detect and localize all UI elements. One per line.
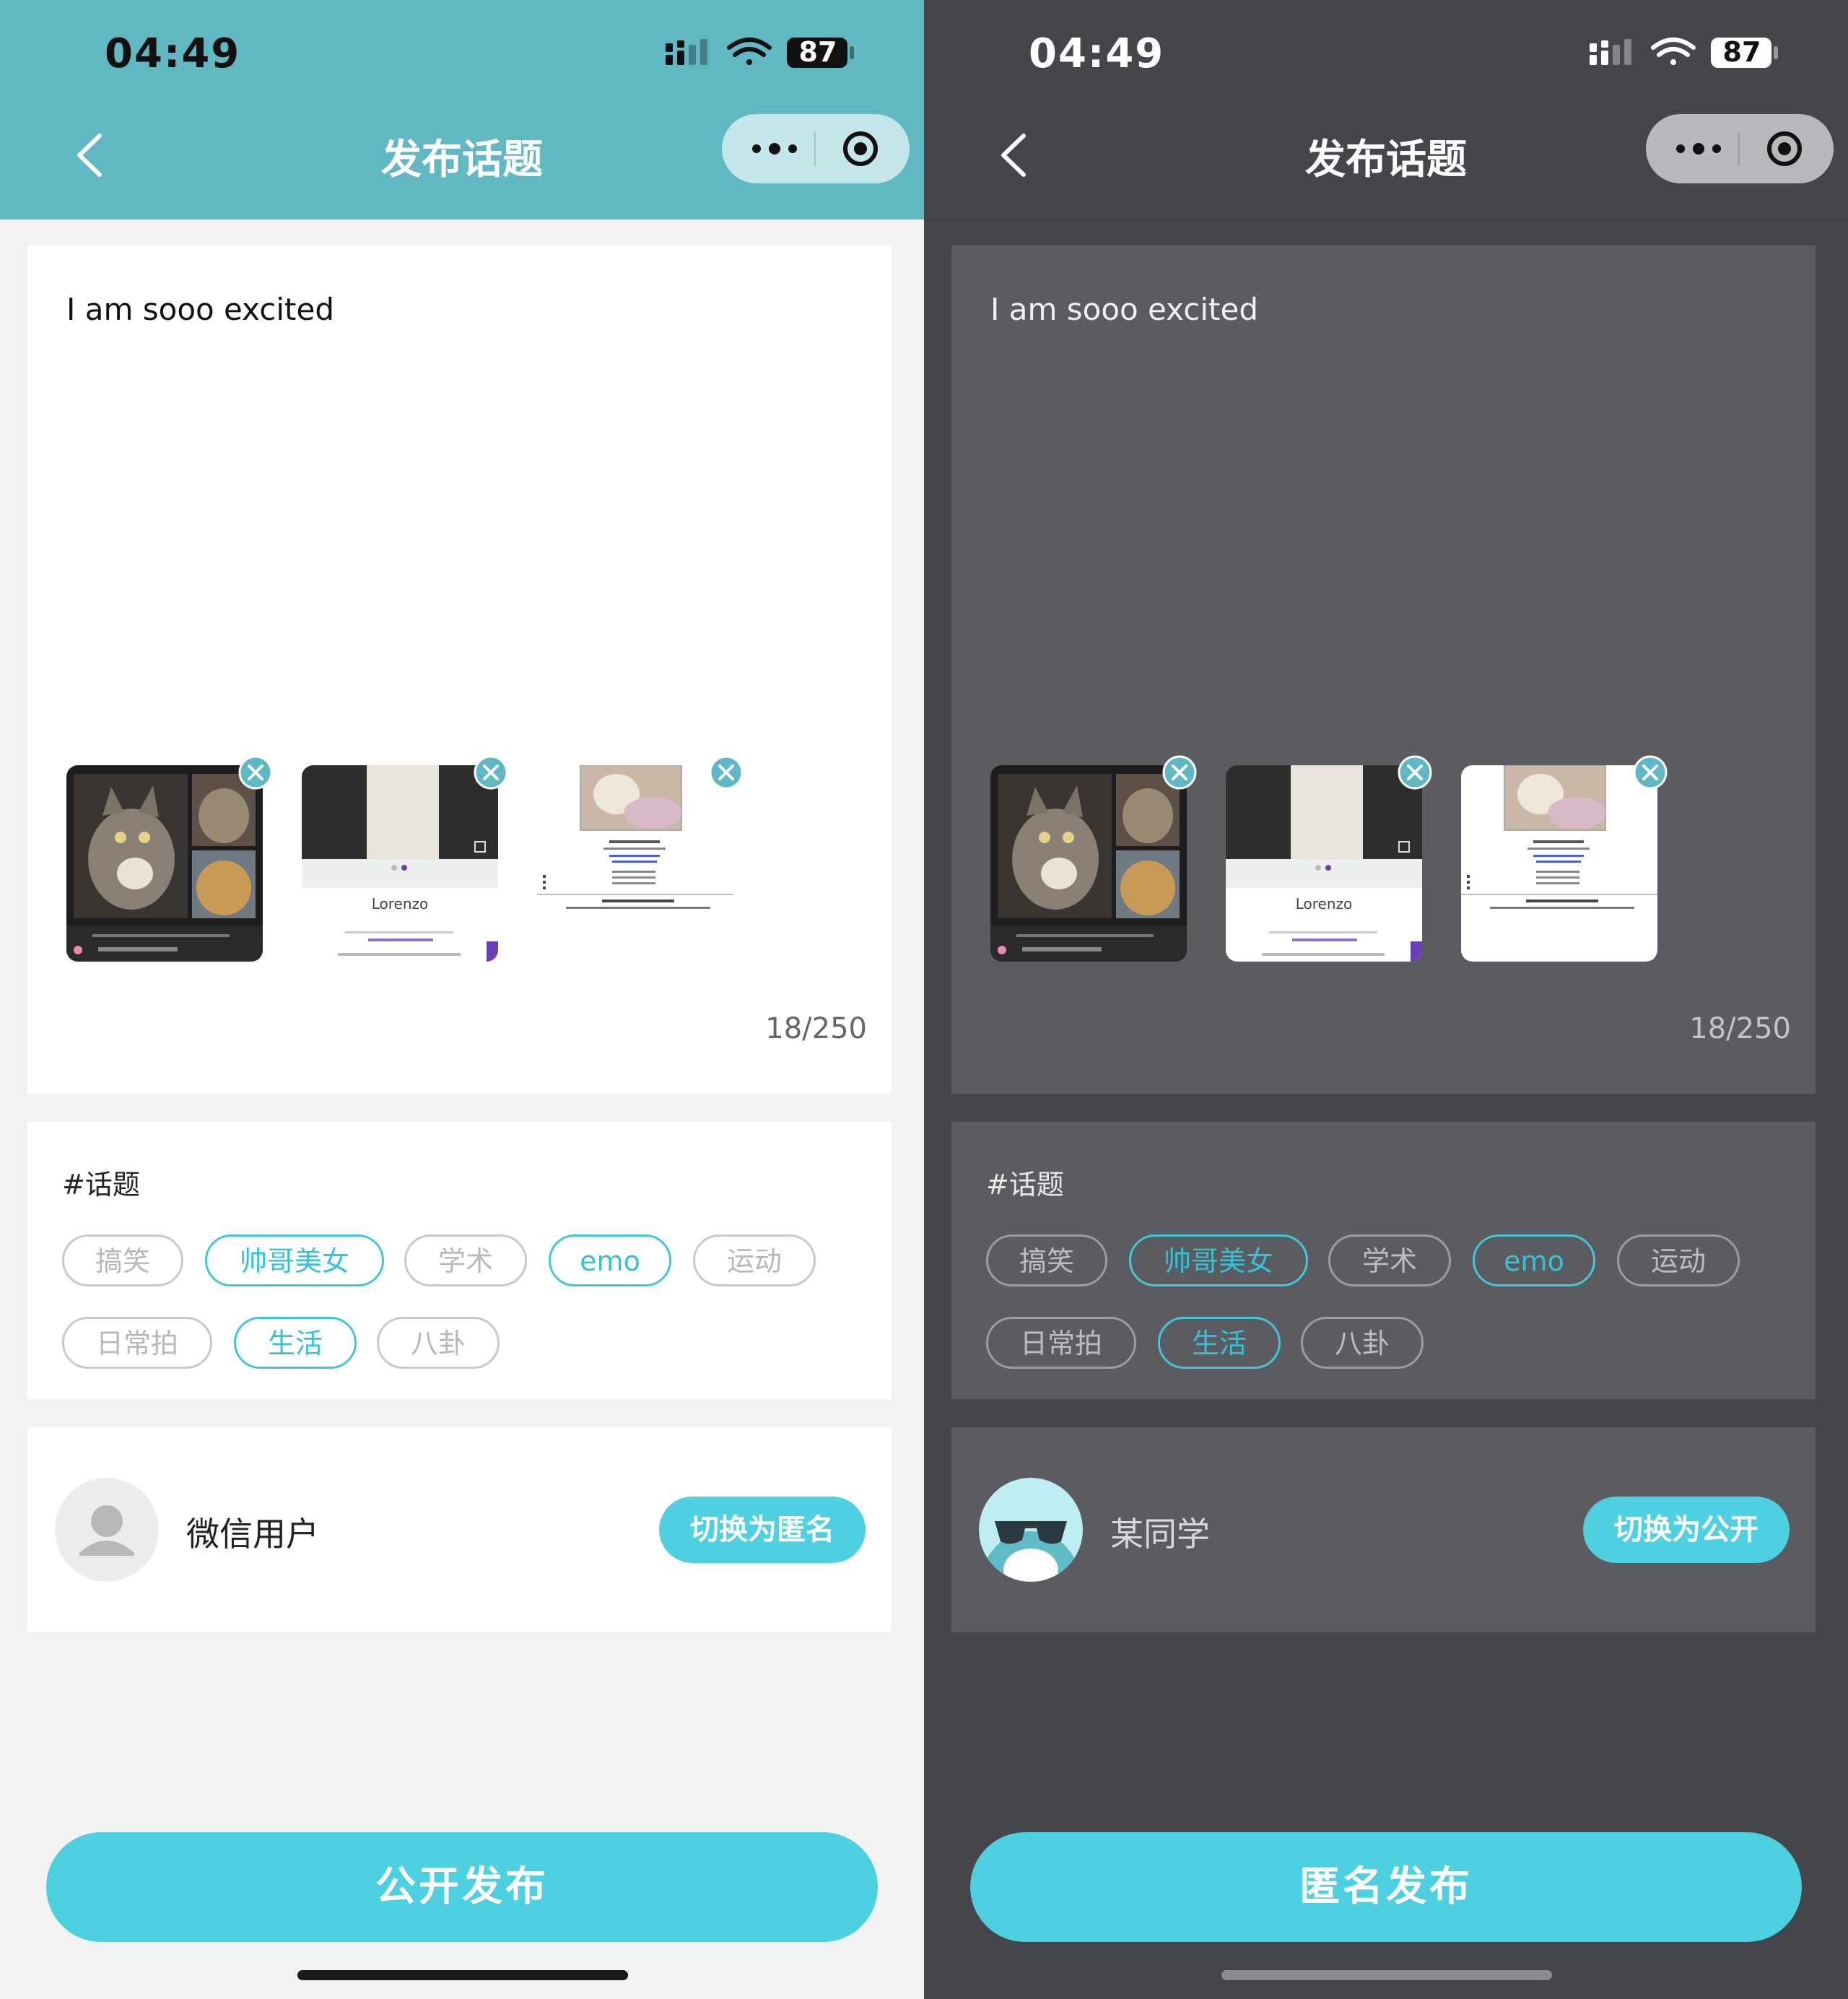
image-list: Lorenzo bbox=[990, 755, 1712, 967]
pet-listing-screenshot bbox=[302, 765, 498, 962]
remove-image-icon[interactable] bbox=[1162, 755, 1197, 790]
nav-header: 04:49 87 发布话题 bbox=[924, 0, 1848, 221]
switch-public-button[interactable]: 切换为公开 bbox=[1583, 1497, 1790, 1563]
adoption-page-screenshot bbox=[537, 765, 733, 962]
tag-chip[interactable]: 日常拍 bbox=[986, 1317, 1136, 1369]
mini-program-capsule bbox=[722, 114, 910, 183]
tag-chip[interactable]: emo bbox=[1473, 1234, 1595, 1286]
topic-header: #话题 bbox=[986, 1169, 1064, 1201]
wifi-icon bbox=[1651, 38, 1696, 65]
dark-mode-screen: 04:49 87 发布话题 I am sooo excited Lorenzo … bbox=[924, 0, 1848, 1999]
avatar bbox=[55, 1478, 159, 1582]
more-icon[interactable] bbox=[1673, 136, 1724, 162]
cat-dog-photo bbox=[990, 765, 1187, 962]
status-time: 04:49 bbox=[105, 30, 241, 77]
more-icon[interactable] bbox=[749, 136, 800, 162]
signal-icon bbox=[666, 39, 707, 65]
thumb-caption: Lorenzo bbox=[371, 895, 429, 913]
image-list: Lorenzo bbox=[66, 755, 788, 967]
publish-public-button[interactable]: 公开发布 bbox=[46, 1832, 878, 1942]
tag-chip[interactable]: 帅哥美女 bbox=[1129, 1234, 1308, 1286]
user-name: 微信用户 bbox=[186, 1515, 319, 1554]
signal-icon bbox=[1590, 39, 1631, 65]
tag-chip[interactable]: 生活 bbox=[1158, 1317, 1281, 1369]
char-counter: 18/250 bbox=[1689, 1012, 1791, 1045]
char-counter: 18/250 bbox=[765, 1012, 867, 1045]
status-time: 04:49 bbox=[1029, 30, 1165, 77]
remove-image-icon[interactable] bbox=[1398, 755, 1432, 790]
adoption-page-screenshot bbox=[1461, 765, 1657, 962]
tag-chip[interactable]: emo bbox=[549, 1234, 671, 1286]
nav-header: 04:49 87 发布话题 bbox=[0, 0, 924, 219]
post-textarea[interactable]: I am sooo excited bbox=[990, 292, 1258, 327]
tag-chip[interactable]: 学术 bbox=[404, 1234, 527, 1286]
post-textarea[interactable]: I am sooo excited bbox=[66, 292, 334, 327]
image-thumb-3[interactable] bbox=[1461, 755, 1668, 962]
post-editor-card: I am sooo excited Lorenzo 18/250 bbox=[27, 245, 892, 1094]
cat-dog-photo bbox=[66, 765, 263, 962]
identity-card: 微信用户 切换为匿名 bbox=[27, 1427, 892, 1632]
tag-chip[interactable]: 搞笑 bbox=[62, 1234, 183, 1286]
light-mode-screen: 04:49 87 发布话题 I am sooo excited Lorenzo … bbox=[0, 0, 924, 1999]
mini-program-capsule bbox=[1646, 114, 1834, 183]
remove-image-icon[interactable] bbox=[474, 755, 508, 790]
topic-card: #话题 搞笑 帅哥美女 学术 emo 运动 日常拍 生活 八卦 bbox=[27, 1122, 892, 1399]
switch-anonymous-button[interactable]: 切换为匿名 bbox=[659, 1497, 866, 1563]
home-indicator bbox=[297, 1970, 628, 1980]
topic-header: #话题 bbox=[62, 1169, 140, 1201]
home-indicator bbox=[1221, 1970, 1552, 1980]
close-miniprogram-icon[interactable] bbox=[842, 130, 879, 167]
anonymous-sunglasses-avatar-icon bbox=[979, 1478, 1083, 1582]
image-thumb-1[interactable] bbox=[66, 755, 273, 962]
image-thumb-2[interactable]: Lorenzo bbox=[302, 755, 508, 962]
tag-chip[interactable]: 八卦 bbox=[1301, 1317, 1424, 1369]
tag-chip[interactable]: 学术 bbox=[1328, 1234, 1451, 1286]
battery-level: 87 bbox=[1722, 36, 1761, 68]
thumb-caption: Lorenzo bbox=[1295, 895, 1353, 913]
image-thumb-3[interactable] bbox=[537, 755, 744, 962]
image-thumb-1[interactable] bbox=[990, 755, 1197, 962]
remove-image-icon[interactable] bbox=[1633, 755, 1668, 790]
publish-anonymous-button[interactable]: 匿名发布 bbox=[970, 1832, 1802, 1942]
remove-image-icon[interactable] bbox=[709, 755, 744, 790]
avatar bbox=[979, 1478, 1083, 1582]
battery-level: 87 bbox=[798, 36, 837, 68]
identity-card: 某同学 切换为公开 bbox=[951, 1427, 1816, 1632]
image-thumb-2[interactable]: Lorenzo bbox=[1226, 755, 1432, 962]
default-avatar-icon bbox=[55, 1478, 159, 1582]
post-editor-card: I am sooo excited Lorenzo 18/250 bbox=[951, 245, 1816, 1094]
tag-chip[interactable]: 八卦 bbox=[377, 1317, 500, 1369]
topic-card: #话题 搞笑 帅哥美女 学术 emo 运动 日常拍 生活 八卦 bbox=[951, 1122, 1816, 1399]
close-miniprogram-icon[interactable] bbox=[1766, 130, 1803, 167]
tag-chip[interactable]: 日常拍 bbox=[62, 1317, 212, 1369]
wifi-icon bbox=[727, 38, 772, 65]
remove-image-icon[interactable] bbox=[238, 755, 273, 790]
pet-listing-screenshot bbox=[1226, 765, 1422, 962]
user-name: 某同学 bbox=[1110, 1515, 1210, 1554]
tag-chip[interactable]: 搞笑 bbox=[986, 1234, 1107, 1286]
tag-chip[interactable]: 运动 bbox=[693, 1234, 816, 1286]
tag-chip[interactable]: 运动 bbox=[1617, 1234, 1740, 1286]
tag-chip[interactable]: 生活 bbox=[234, 1317, 357, 1369]
tag-chip[interactable]: 帅哥美女 bbox=[205, 1234, 384, 1286]
